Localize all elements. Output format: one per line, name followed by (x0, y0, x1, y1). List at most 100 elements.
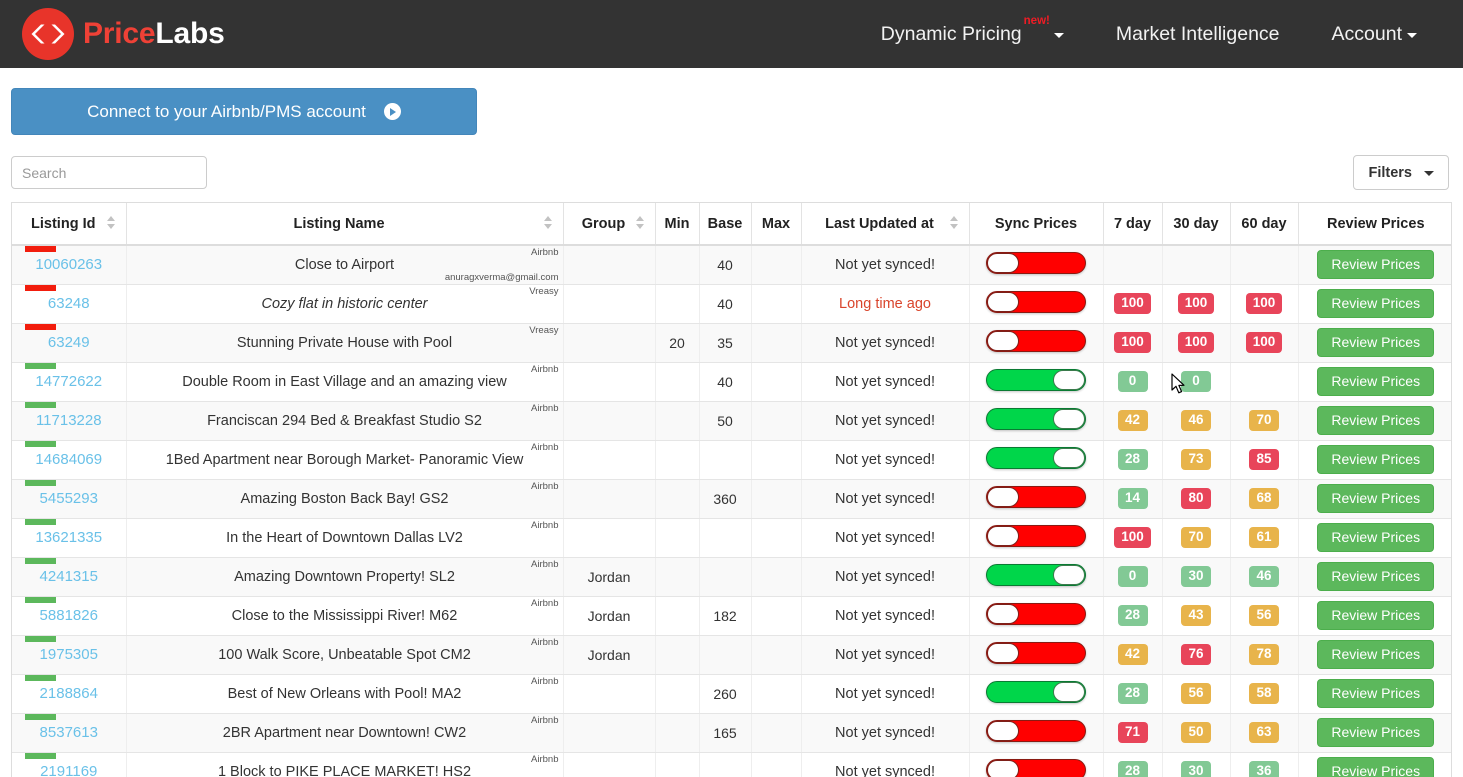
cell-base[interactable]: 260 (699, 674, 752, 714)
cell-max[interactable] (751, 518, 802, 558)
sync-prices-toggle[interactable] (986, 252, 1086, 275)
sync-prices-toggle[interactable] (986, 525, 1086, 547)
filters-button[interactable]: Filters (1353, 155, 1449, 190)
sync-prices-toggle[interactable] (986, 369, 1086, 391)
cell-group[interactable]: Jordan (563, 635, 656, 675)
cell-base[interactable]: 165 (699, 713, 752, 753)
cell-max[interactable] (751, 284, 802, 324)
review-prices-button[interactable]: Review Prices (1317, 484, 1435, 513)
cell-min[interactable] (655, 284, 700, 324)
cell-base[interactable] (699, 752, 752, 777)
cell-max[interactable] (751, 245, 802, 285)
column-header-7-day[interactable]: 7 day (1103, 203, 1163, 246)
sync-prices-toggle[interactable] (986, 447, 1086, 469)
cell-group[interactable] (563, 362, 656, 402)
column-header-sync-prices[interactable]: Sync Prices (969, 203, 1104, 246)
cell-min[interactable] (655, 401, 700, 441)
sync-prices-toggle[interactable] (986, 759, 1086, 777)
cell-max[interactable] (751, 674, 802, 714)
column-header-min[interactable]: Min (655, 203, 700, 246)
connect-account-button[interactable]: Connect to your Airbnb/PMS account (11, 88, 477, 135)
nav-item-market-intelligence[interactable]: Market Intelligence (1090, 13, 1306, 56)
review-prices-button[interactable]: Review Prices (1317, 640, 1435, 669)
cell-max[interactable] (751, 362, 802, 402)
listing-id-link[interactable]: 2191169 (40, 763, 97, 777)
cell-max[interactable] (751, 440, 802, 480)
sync-prices-toggle[interactable] (986, 564, 1086, 586)
sync-prices-toggle[interactable] (986, 291, 1086, 313)
cell-min[interactable] (655, 713, 700, 753)
cell-group[interactable] (563, 440, 656, 480)
cell-group[interactable] (563, 674, 656, 714)
cell-max[interactable] (751, 401, 802, 441)
review-prices-button[interactable]: Review Prices (1317, 601, 1435, 630)
cell-group[interactable] (563, 245, 656, 285)
sync-prices-toggle[interactable] (986, 603, 1086, 625)
column-header-review-prices[interactable]: Review Prices (1298, 203, 1451, 246)
cell-max[interactable] (751, 752, 802, 777)
sync-prices-toggle[interactable] (986, 681, 1086, 703)
review-prices-button[interactable]: Review Prices (1317, 445, 1435, 474)
brand-logo-link[interactable]: PriceLabs (22, 8, 225, 60)
listing-id-link[interactable]: 10060263 (35, 256, 102, 273)
column-header-listing-id[interactable]: Listing Id (12, 203, 127, 246)
cell-group[interactable] (563, 752, 656, 777)
nav-item-account[interactable]: Account (1306, 13, 1443, 56)
cell-max[interactable] (751, 479, 802, 519)
cell-min[interactable] (655, 635, 700, 675)
column-header-listing-name[interactable]: Listing Name (126, 203, 564, 246)
sync-prices-toggle[interactable] (986, 408, 1086, 430)
review-prices-button[interactable]: Review Prices (1317, 250, 1435, 280)
cell-min[interactable] (655, 596, 700, 636)
review-prices-button[interactable]: Review Prices (1317, 523, 1435, 552)
cell-min[interactable] (655, 674, 700, 714)
listing-id-link[interactable]: 8537613 (40, 724, 98, 741)
cell-max[interactable] (751, 557, 802, 597)
column-header-max[interactable]: Max (751, 203, 802, 246)
cell-min[interactable]: 20 (655, 323, 700, 363)
cell-min[interactable] (655, 440, 700, 480)
cell-base[interactable]: 40 (699, 284, 752, 324)
review-prices-button[interactable]: Review Prices (1317, 562, 1435, 591)
cell-max[interactable] (751, 635, 802, 675)
cell-min[interactable] (655, 245, 700, 285)
cell-base[interactable]: 182 (699, 596, 752, 636)
cell-base[interactable]: 40 (699, 245, 752, 285)
sync-prices-toggle[interactable] (986, 486, 1086, 508)
cell-base[interactable]: 40 (699, 362, 752, 402)
cell-min[interactable] (655, 557, 700, 597)
column-header-group[interactable]: Group (563, 203, 656, 246)
column-header-base[interactable]: Base (699, 203, 752, 246)
listing-id-link[interactable]: 5881826 (40, 607, 98, 624)
cell-group[interactable] (563, 323, 656, 363)
listing-id-link[interactable]: 14684069 (35, 451, 102, 468)
column-header-last-updated-at[interactable]: Last Updated at (801, 203, 970, 246)
review-prices-button[interactable]: Review Prices (1317, 406, 1435, 435)
cell-min[interactable] (655, 518, 700, 558)
column-header-30-day[interactable]: 30 day (1162, 203, 1231, 246)
cell-base[interactable] (699, 557, 752, 597)
cell-base[interactable] (699, 440, 752, 480)
cell-max[interactable] (751, 713, 802, 753)
cell-min[interactable] (655, 362, 700, 402)
listing-id-link[interactable]: 5455293 (40, 490, 98, 507)
cell-base[interactable] (699, 518, 752, 558)
listing-id-link[interactable]: 1975305 (40, 646, 98, 663)
cell-group[interactable] (563, 518, 656, 558)
review-prices-button[interactable]: Review Prices (1317, 367, 1435, 396)
listing-id-link[interactable]: 13621335 (35, 529, 102, 546)
sync-prices-toggle[interactable] (986, 642, 1086, 664)
column-header-60-day[interactable]: 60 day (1230, 203, 1299, 246)
cell-min[interactable] (655, 479, 700, 519)
sync-prices-toggle[interactable] (986, 330, 1086, 352)
cell-base[interactable]: 35 (699, 323, 752, 363)
listing-id-link[interactable]: 63248 (48, 295, 90, 312)
review-prices-button[interactable]: Review Prices (1317, 718, 1435, 747)
cell-group[interactable] (563, 713, 656, 753)
cell-base[interactable]: 50 (699, 401, 752, 441)
listing-id-link[interactable]: 2188864 (40, 685, 98, 702)
listing-id-link[interactable]: 11713228 (36, 412, 102, 429)
listing-id-link[interactable]: 4241315 (40, 568, 98, 585)
listing-id-link[interactable]: 14772622 (35, 373, 102, 390)
review-prices-button[interactable]: Review Prices (1317, 679, 1435, 708)
